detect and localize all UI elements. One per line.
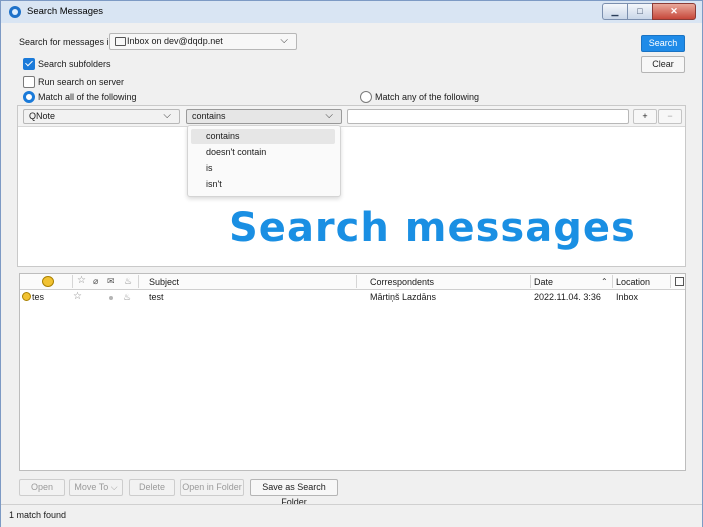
title-bar[interactable]: Search Messages ▁ □ ✕ xyxy=(1,1,702,23)
operator-select-value: contains xyxy=(192,111,226,121)
operator-option-is[interactable]: is xyxy=(191,161,335,176)
criteria-value-input[interactable] xyxy=(347,109,629,124)
table-row[interactable]: tes ☆ ♨ test Mārtiņš Lazdāns 2022.11.04.… xyxy=(20,290,685,304)
thunderbird-app-icon xyxy=(9,6,21,18)
chevron-down-icon: ⌵ xyxy=(280,35,288,46)
read-status-column-icon[interactable]: ✉ xyxy=(107,276,115,287)
open-in-folder-button[interactable]: Open in Folder xyxy=(180,479,244,496)
chevron-down-icon: ⌵ xyxy=(325,110,333,121)
move-to-button[interactable]: Move To ⌵ xyxy=(69,479,123,496)
open-button[interactable]: Open xyxy=(19,479,65,496)
junk-column-icon[interactable]: ♨ xyxy=(124,276,132,287)
column-separator xyxy=(612,275,613,288)
field-select-value: QNote xyxy=(29,111,56,121)
folder-select-value: Inbox on dev@dqdp.net xyxy=(127,36,223,46)
status-text: 1 match found xyxy=(9,510,67,520)
star-icon[interactable]: ☆ xyxy=(73,291,82,302)
column-separator xyxy=(530,275,531,288)
inbox-icon xyxy=(115,37,126,46)
date-column-header[interactable]: Date xyxy=(534,277,553,287)
column-separator xyxy=(356,275,357,288)
column-separator xyxy=(72,275,73,288)
remove-criteria-button[interactable]: − xyxy=(658,109,682,124)
unread-dot-icon[interactable] xyxy=(109,296,113,300)
add-criteria-button[interactable]: + xyxy=(633,109,657,124)
window-title: Search Messages xyxy=(27,6,104,17)
match-all-radio[interactable] xyxy=(23,91,35,103)
column-separator xyxy=(670,275,671,288)
delete-button[interactable]: Delete xyxy=(129,479,175,496)
match-any-radio[interactable] xyxy=(360,91,372,103)
subject-column-header[interactable]: Subject xyxy=(149,277,179,287)
row-subject: test xyxy=(149,292,164,302)
clear-button[interactable]: Clear xyxy=(641,56,685,73)
criteria-row: QNote ⌵ contains ⌵ + − xyxy=(18,106,685,127)
row-location: Inbox xyxy=(616,292,639,302)
status-bar: 1 match found xyxy=(1,504,702,527)
save-as-search-folder-button[interactable]: Save as Search Folder xyxy=(250,479,338,507)
minimize-button[interactable]: ▁ xyxy=(602,3,627,20)
field-select[interactable]: QNote ⌵ xyxy=(23,109,180,124)
search-subfolders-label: Search subfolders xyxy=(38,59,111,69)
tag-icon xyxy=(22,292,31,301)
junk-icon[interactable]: ♨ xyxy=(123,292,131,303)
star-column-icon[interactable]: ☆ xyxy=(77,275,86,286)
maximize-button[interactable]: □ xyxy=(627,3,652,20)
results-table: ☆ ⌀ ✉ ♨ Subject Correspondents Date ⌃ Lo… xyxy=(19,273,686,471)
tag-column-icon[interactable] xyxy=(42,276,54,287)
row-date: 2022.11.04. 3:36 xyxy=(534,292,601,302)
run-on-server-checkbox[interactable] xyxy=(23,76,35,88)
search-messages-window: Search Messages ▁ □ ✕ Search for message… xyxy=(0,0,703,527)
operator-dropdown: contains doesn't contain is isn't xyxy=(187,125,341,197)
folder-label: Search for messages in: xyxy=(19,37,117,47)
column-picker-icon[interactable] xyxy=(675,277,684,286)
dialog-content: Search for messages in: Inbox on dev@dqd… xyxy=(9,25,694,517)
results-header: ☆ ⌀ ✉ ♨ Subject Correspondents Date ⌃ Lo… xyxy=(20,274,685,290)
attachment-column-icon[interactable]: ⌀ xyxy=(93,276,98,287)
row-tag: tes xyxy=(32,292,45,302)
operator-option-isnt[interactable]: isn't xyxy=(191,177,335,192)
match-all-label: Match all of the following xyxy=(38,92,137,102)
folder-select[interactable]: Inbox on dev@dqdp.net ⌵ xyxy=(109,33,297,50)
chevron-down-icon: ⌵ xyxy=(163,110,171,121)
operator-option-contains[interactable]: contains xyxy=(191,129,335,144)
run-on-server-label: Run search on server xyxy=(38,77,125,87)
match-any-label: Match any of the following xyxy=(375,92,480,102)
operator-option-doesnt-contain[interactable]: doesn't contain xyxy=(191,145,335,160)
search-subfolders-checkbox[interactable] xyxy=(23,58,35,70)
close-button[interactable]: ✕ xyxy=(652,3,696,20)
search-button[interactable]: Search xyxy=(641,35,685,52)
search-messages-overlay-text: Search messages xyxy=(229,205,636,251)
column-separator xyxy=(138,275,139,288)
window-controls: ▁ □ ✕ xyxy=(602,3,696,20)
location-column-header[interactable]: Location xyxy=(616,277,650,287)
sort-ascending-icon: ⌃ xyxy=(601,277,608,286)
correspondents-column-header[interactable]: Correspondents xyxy=(370,277,434,287)
operator-select[interactable]: contains ⌵ xyxy=(186,109,342,124)
row-correspondents: Mārtiņš Lazdāns xyxy=(370,292,437,302)
